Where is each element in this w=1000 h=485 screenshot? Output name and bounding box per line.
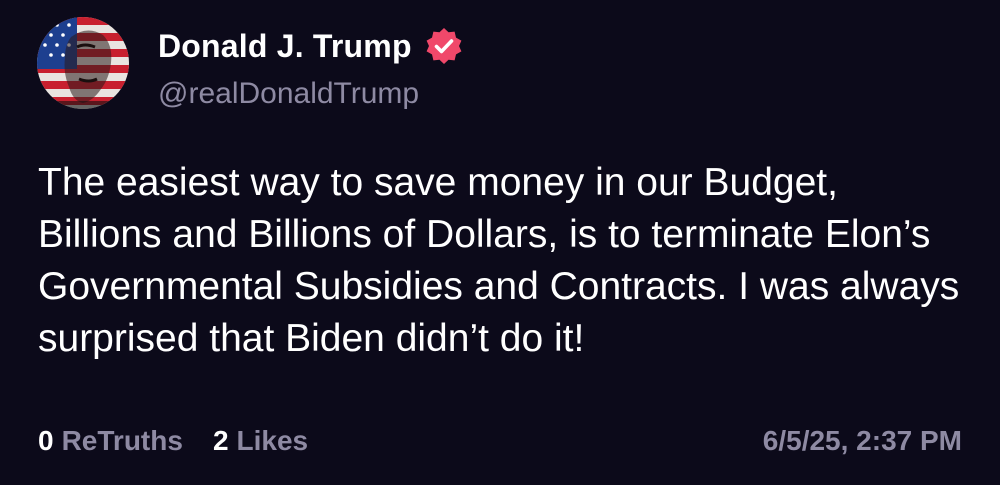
likes-stat[interactable]: 2 Likes — [213, 423, 308, 459]
verified-badge-icon — [424, 26, 464, 66]
avatar[interactable] — [37, 17, 129, 109]
author-handle[interactable]: @realDonaldTrump — [158, 74, 419, 114]
post-body-text: The easiest way to save money in our Bud… — [38, 161, 960, 360]
post-stats: 0 ReTruths 2 Likes — [38, 423, 338, 459]
retruths-label: ReTruths — [61, 425, 183, 456]
post-card: Donald J. Trump @realDonaldTrump The eas… — [0, 0, 1000, 485]
avatar-flag-portrait-icon — [37, 17, 129, 109]
retruths-count: 0 — [38, 425, 54, 456]
author-display-name[interactable]: Donald J. Trump — [158, 24, 412, 68]
author-name-row: Donald J. Trump — [158, 24, 464, 68]
likes-count: 2 — [212, 425, 229, 456]
likes-label: Likes — [236, 425, 309, 456]
post-timestamp[interactable]: 6/5/25, 2:37 PM — [763, 423, 962, 459]
retruths-stat[interactable]: 0 ReTruths — [38, 423, 183, 459]
